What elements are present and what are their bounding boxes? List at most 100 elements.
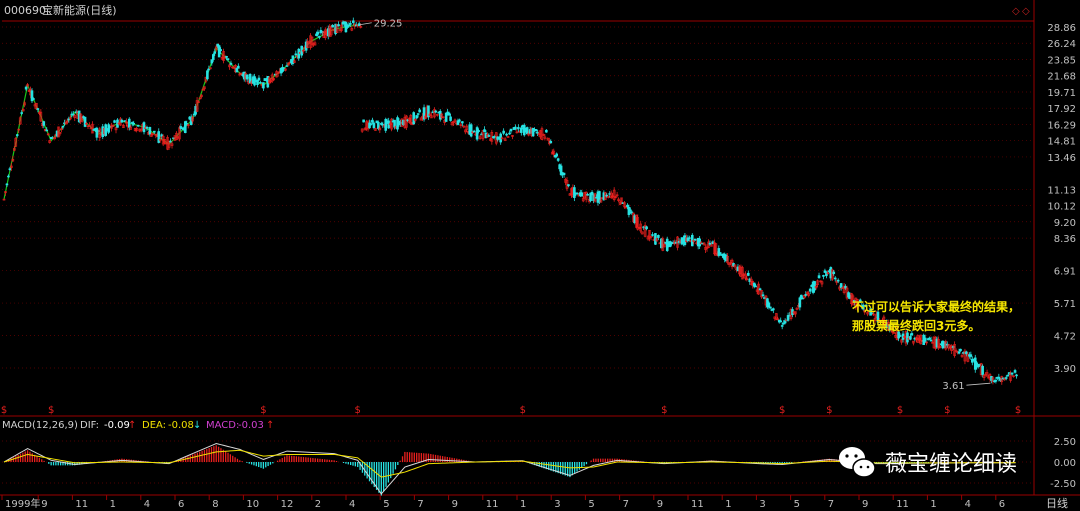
candle-body xyxy=(929,339,933,342)
candle-body xyxy=(1015,374,1018,377)
candle-body xyxy=(780,325,784,327)
price-tick-label: 28.86 xyxy=(1047,23,1076,34)
price-tick-label: 6.91 xyxy=(1054,267,1076,278)
candle-body xyxy=(839,283,843,289)
candle xyxy=(540,126,544,141)
candle-body xyxy=(836,279,840,282)
candle xyxy=(384,117,388,133)
candle-body xyxy=(808,288,812,292)
candle-body xyxy=(45,129,49,132)
candle-body xyxy=(509,128,513,132)
candle-body xyxy=(217,45,221,58)
dea-value: -0.08 xyxy=(168,420,194,431)
candle xyxy=(206,69,209,81)
candle-body xyxy=(534,129,538,132)
time-tick-label: 11 xyxy=(691,499,704,510)
signal-marker: $ xyxy=(355,405,361,416)
callout-line-1: 不过可以告诉大家最终的结果， xyxy=(852,299,1020,314)
candle-body xyxy=(798,297,802,308)
macd-tick-label: 2.50 xyxy=(1054,437,1076,448)
time-tick-label: 3 xyxy=(759,499,765,510)
candle-body xyxy=(626,204,629,207)
candle-body xyxy=(645,226,648,230)
time-tick-label: 4 xyxy=(349,499,355,510)
candle-body xyxy=(555,153,558,157)
candle-body xyxy=(259,82,262,84)
candle-body xyxy=(351,20,355,23)
candle-body xyxy=(185,123,189,125)
candle-body xyxy=(754,285,757,288)
candle-body xyxy=(362,119,365,123)
dea-label: DEA: xyxy=(142,420,166,431)
candle-body xyxy=(169,140,172,143)
stock-chart: 28.86 26.24 23.85 21.68 19.71 17.92 16.29 14.81… xyxy=(0,0,1080,511)
candle xyxy=(690,233,694,247)
candle-body xyxy=(237,65,240,69)
candle-body xyxy=(316,31,320,35)
candle xyxy=(183,120,187,134)
time-tick-label: 9 xyxy=(862,499,868,510)
time-tick-label: 10 xyxy=(246,499,259,510)
candle-body xyxy=(5,183,9,186)
candle xyxy=(830,268,834,282)
time-tick-label: 1999年 xyxy=(5,497,40,510)
candle xyxy=(741,265,744,280)
candle xyxy=(83,116,87,128)
candle-body xyxy=(148,127,152,135)
candle-body xyxy=(371,119,374,123)
candle-body xyxy=(718,252,722,254)
candle-body xyxy=(505,133,508,136)
price-tick-label: 13.46 xyxy=(1047,153,1076,164)
candle xyxy=(30,88,34,104)
candle-body xyxy=(758,288,762,291)
candle-body xyxy=(412,112,416,125)
candle-body xyxy=(449,116,452,121)
candle-body xyxy=(120,119,124,123)
candle-body xyxy=(42,121,46,126)
corner-diamond-icon[interactable]: ◇ xyxy=(1012,6,1020,17)
candle-body xyxy=(15,134,19,136)
candle-body xyxy=(127,118,131,128)
signal-marker: $ xyxy=(1015,405,1021,416)
candle-body xyxy=(580,192,584,197)
corner-diamond-icon[interactable]: ◇ xyxy=(1022,6,1030,17)
time-tick-label: 11 xyxy=(896,499,909,510)
candle-body xyxy=(418,109,421,113)
candle-body xyxy=(416,113,420,115)
candle-body xyxy=(346,26,349,28)
candle-body xyxy=(994,380,998,382)
signal-marker: $ xyxy=(944,405,950,416)
candle-body xyxy=(206,70,209,80)
candle-body xyxy=(226,58,230,60)
candle-body xyxy=(294,53,298,56)
dif-label: DIF: xyxy=(80,420,99,431)
candle-body xyxy=(219,49,222,52)
candle-body xyxy=(772,308,775,311)
price-tick-label: 14.81 xyxy=(1047,137,1076,148)
signal-marker: $ xyxy=(779,405,785,416)
time-tick-label: 5 xyxy=(383,499,389,510)
candle-body xyxy=(906,332,909,343)
dea-arrow: ↓ xyxy=(193,420,201,431)
time-tick-label: 5 xyxy=(794,499,800,510)
signal-marker: $ xyxy=(826,405,832,416)
candle-body xyxy=(779,320,783,323)
candle-body xyxy=(517,127,520,130)
candle-body xyxy=(337,24,340,27)
macd-tick-label: 0.00 xyxy=(1054,458,1076,469)
candle-body xyxy=(822,275,825,277)
candle-body xyxy=(349,23,352,25)
candle-body xyxy=(605,194,609,197)
candle xyxy=(412,111,416,125)
candle-body xyxy=(7,175,10,178)
candle-body xyxy=(1006,374,1009,377)
time-tick-label: 4 xyxy=(144,499,150,510)
price-tick-label: 21.68 xyxy=(1047,72,1076,83)
candle-body xyxy=(487,135,491,137)
candle xyxy=(374,127,377,131)
candle xyxy=(107,122,110,135)
period-label[interactable]: 日线 xyxy=(1046,496,1068,510)
candle-body xyxy=(651,234,654,236)
candle-body xyxy=(545,129,548,133)
candle-body xyxy=(213,51,217,54)
